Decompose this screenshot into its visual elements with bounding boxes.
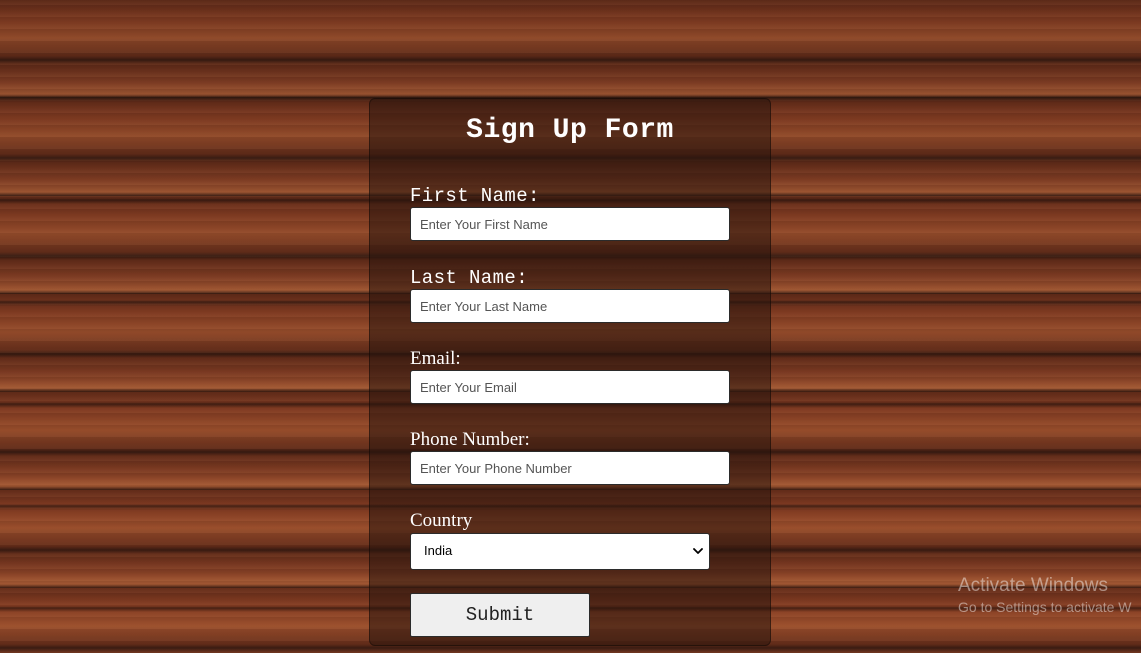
- email-label: Email:: [410, 348, 461, 369]
- country-label: Country: [410, 510, 473, 531]
- chevron-down-icon: [693, 548, 703, 554]
- last-name-input[interactable]: [410, 289, 730, 323]
- submit-button[interactable]: Submit: [410, 593, 590, 637]
- signup-form-panel: Sign Up Form First Name: Last Name: Emai…: [369, 98, 771, 646]
- watermark-title: Activate Windows: [958, 575, 1108, 596]
- last-name-label: Last Name:: [410, 267, 529, 289]
- watermark-subtitle: Go to Settings to activate W: [958, 599, 1132, 615]
- country-select[interactable]: India: [410, 533, 710, 570]
- form-title: Sign Up Form: [466, 115, 674, 146]
- phone-number-label: Phone Number:: [410, 429, 530, 450]
- email-input[interactable]: [410, 370, 730, 404]
- first-name-input[interactable]: [410, 207, 730, 241]
- phone-number-input[interactable]: [410, 451, 730, 485]
- country-selected-value: India: [424, 543, 453, 558]
- first-name-label: First Name:: [410, 185, 540, 207]
- activate-windows-watermark: Activate Windows Go to Settings to activ…: [958, 574, 1132, 616]
